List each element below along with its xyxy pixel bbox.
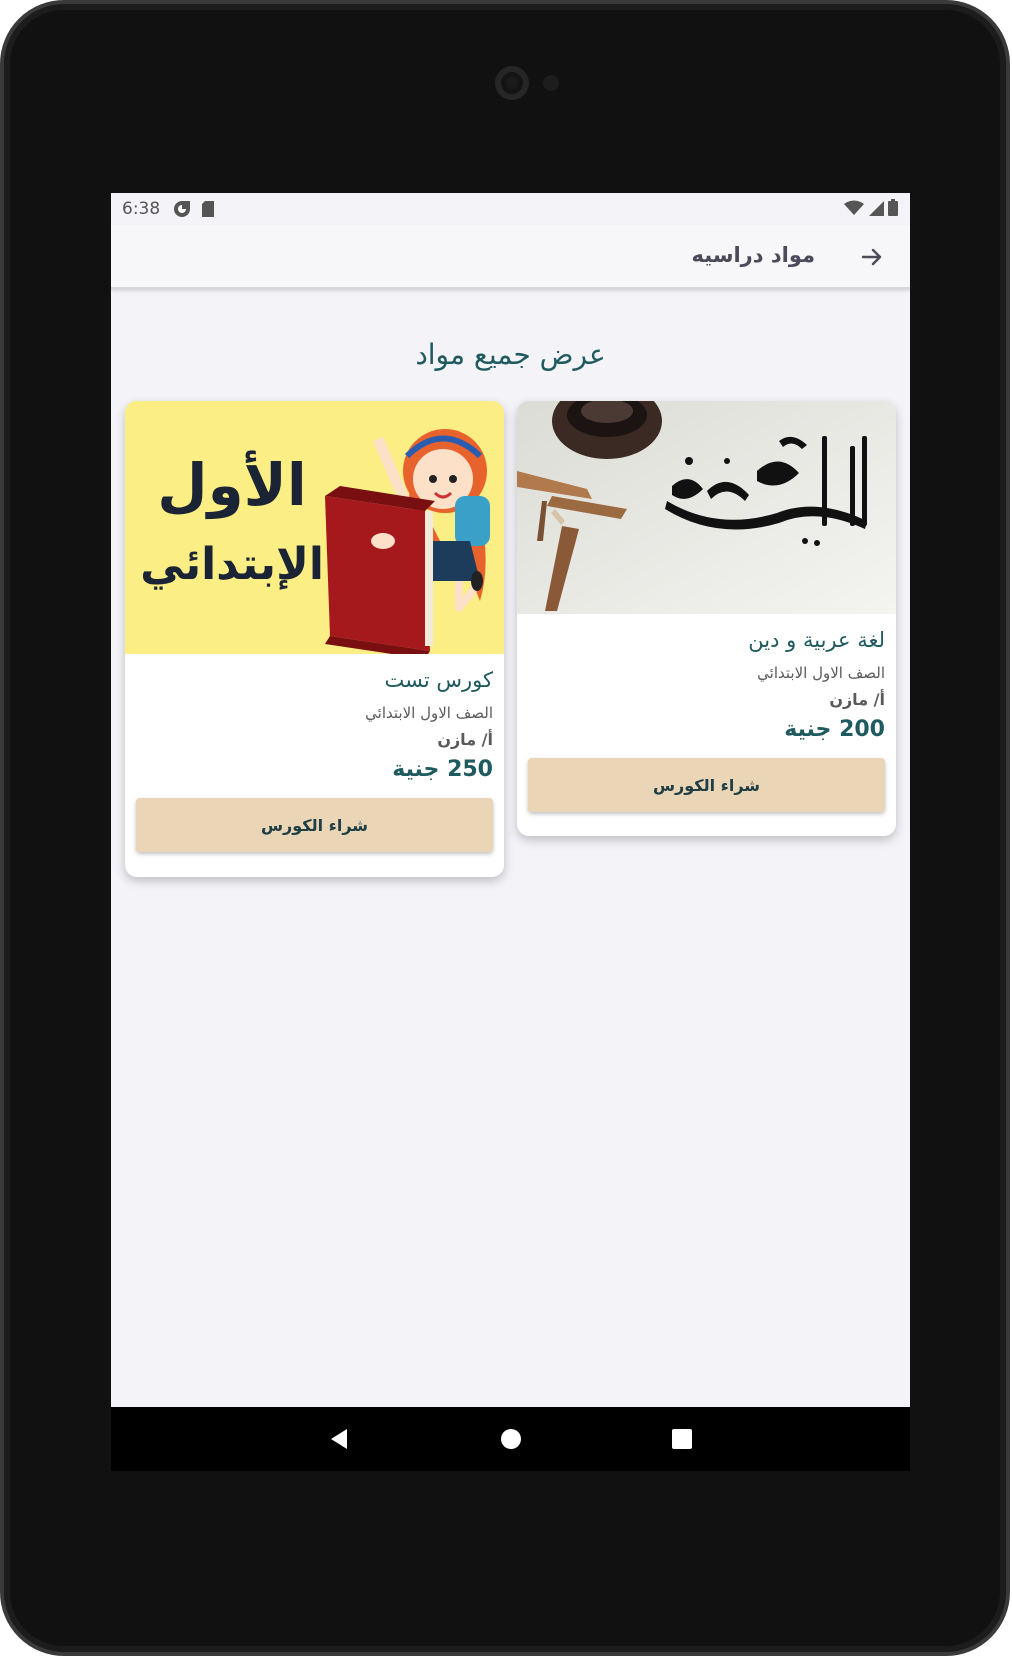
navigation-bar xyxy=(111,1407,910,1471)
back-button[interactable] xyxy=(856,241,888,273)
buy-course-button[interactable]: شراء الكورس xyxy=(528,758,885,812)
course-teacher: أ/ مازن xyxy=(437,730,493,749)
section-title: عرض جميع مواد xyxy=(415,338,606,371)
course-image: الأول الإبتدائي xyxy=(125,401,504,654)
home-circle-icon[interactable] xyxy=(499,1427,523,1451)
course-price: 200 جنية xyxy=(784,717,885,742)
status-bar: 6:38 xyxy=(111,193,910,225)
sensor-icon xyxy=(543,75,559,91)
battery-icon xyxy=(888,199,898,216)
buy-course-button[interactable]: شراء الكورس xyxy=(136,798,493,852)
course-price: 250 جنية xyxy=(392,757,493,782)
recents-square-icon[interactable] xyxy=(670,1427,694,1451)
status-time: 6:38 xyxy=(122,199,161,219)
wifi-icon xyxy=(844,200,864,215)
course-card[interactable]: لغة عربية و دين الصف الاول الابتدائي أ/ … xyxy=(517,401,896,836)
back-triangle-icon[interactable] xyxy=(327,1427,351,1451)
course-card[interactable]: الأول الإبتدائي كورس تست الصف الاول الاب… xyxy=(125,401,504,877)
image-caption-line2: الإبتدائي xyxy=(140,539,324,590)
course-grade: الصف الاول الابتدائي xyxy=(757,664,885,682)
image-caption-line1: الأول xyxy=(157,451,307,519)
course-image xyxy=(517,401,896,614)
course-grade: الصف الاول الابتدائي xyxy=(365,704,493,722)
course-title: لغة عربية و دين xyxy=(748,628,885,652)
course-teacher: أ/ مازن xyxy=(829,690,885,709)
arrow-forward-icon xyxy=(861,248,882,266)
app-notification-icon xyxy=(174,201,190,217)
sim-icon xyxy=(202,201,214,217)
screen: 6:38 مواد دراسيه عرض جميع مواد لغة عربية… xyxy=(111,193,910,1471)
course-title: كورس تست xyxy=(384,668,494,692)
signal-icon xyxy=(869,200,884,216)
app-bar: مواد دراسيه xyxy=(111,225,910,289)
camera-icon xyxy=(495,66,529,100)
tablet-frame: 6:38 مواد دراسيه عرض جميع مواد لغة عربية… xyxy=(0,0,1010,1656)
first-grade-image xyxy=(125,401,504,654)
page-title: مواد دراسيه xyxy=(691,243,815,267)
arabic-calligraphy-image xyxy=(517,401,896,614)
